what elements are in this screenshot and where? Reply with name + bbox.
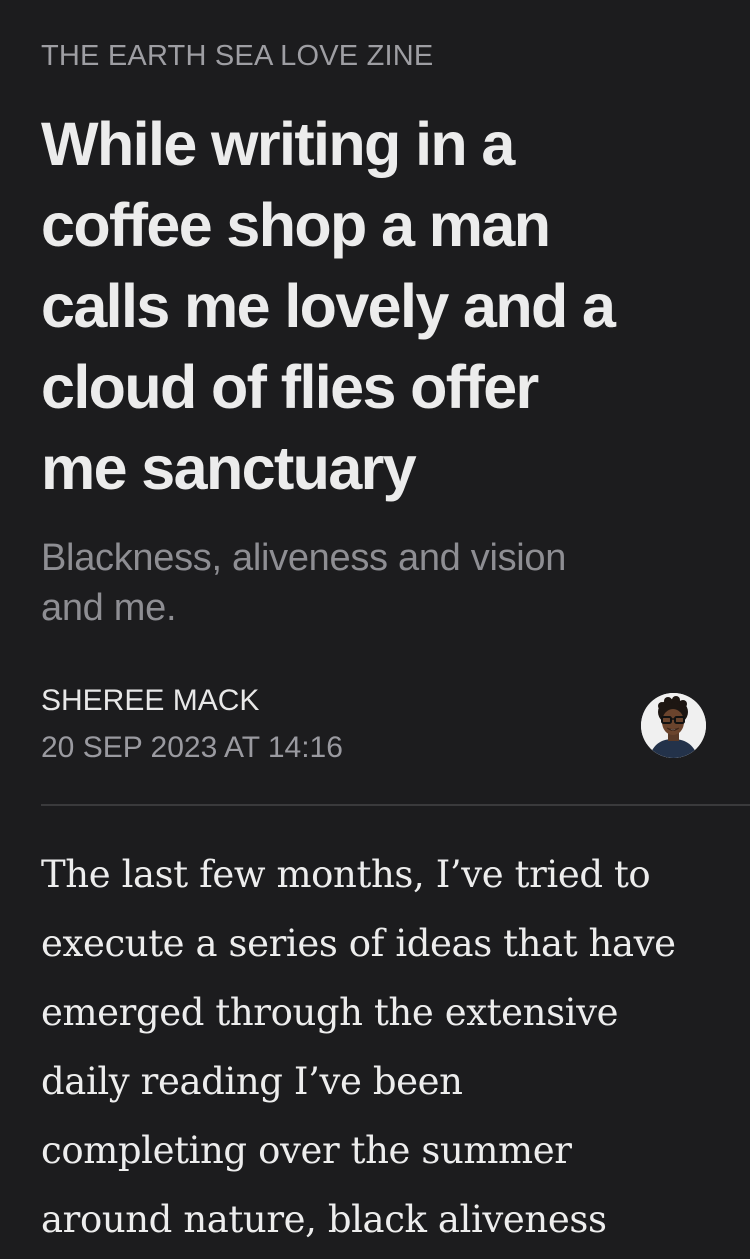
publication-name[interactable]: THE EARTH SEA LOVE ZINE — [41, 40, 433, 73]
body-line: completing over the summer — [41, 1129, 572, 1172]
title-line: me sanctuary — [41, 434, 417, 502]
body-line: execute a series of ideas that have — [41, 922, 676, 965]
body-line: emerged through the extensive — [41, 991, 619, 1034]
author-avatar[interactable] — [641, 693, 706, 758]
title-line: calls me lovely and a — [41, 272, 616, 340]
title-line: cloud of flies offer — [41, 353, 539, 421]
article-body: The last few months, I’ve tried to execu… — [41, 840, 721, 1254]
article-title: While writing in a coffee shop a man cal… — [41, 104, 709, 509]
title-line: While writing in a — [41, 110, 515, 178]
body-line: The last few months, I’ve tried to — [41, 853, 651, 896]
article-subtitle: Blackness, aliveness and vision and me. — [41, 533, 701, 633]
publish-date: 20 SEP 2023 AT 14:16 — [41, 731, 343, 764]
subtitle-line: and me. — [41, 587, 177, 629]
author-name[interactable]: SHEREE MACK — [41, 684, 259, 718]
header-divider — [41, 804, 750, 806]
subtitle-line: Blackness, aliveness and vision — [41, 537, 567, 579]
title-line: coffee shop a man — [41, 191, 551, 259]
body-line: around nature, black aliveness — [41, 1198, 607, 1241]
body-line: daily reading I’ve been — [41, 1060, 463, 1103]
avatar-portrait-icon — [641, 693, 706, 758]
